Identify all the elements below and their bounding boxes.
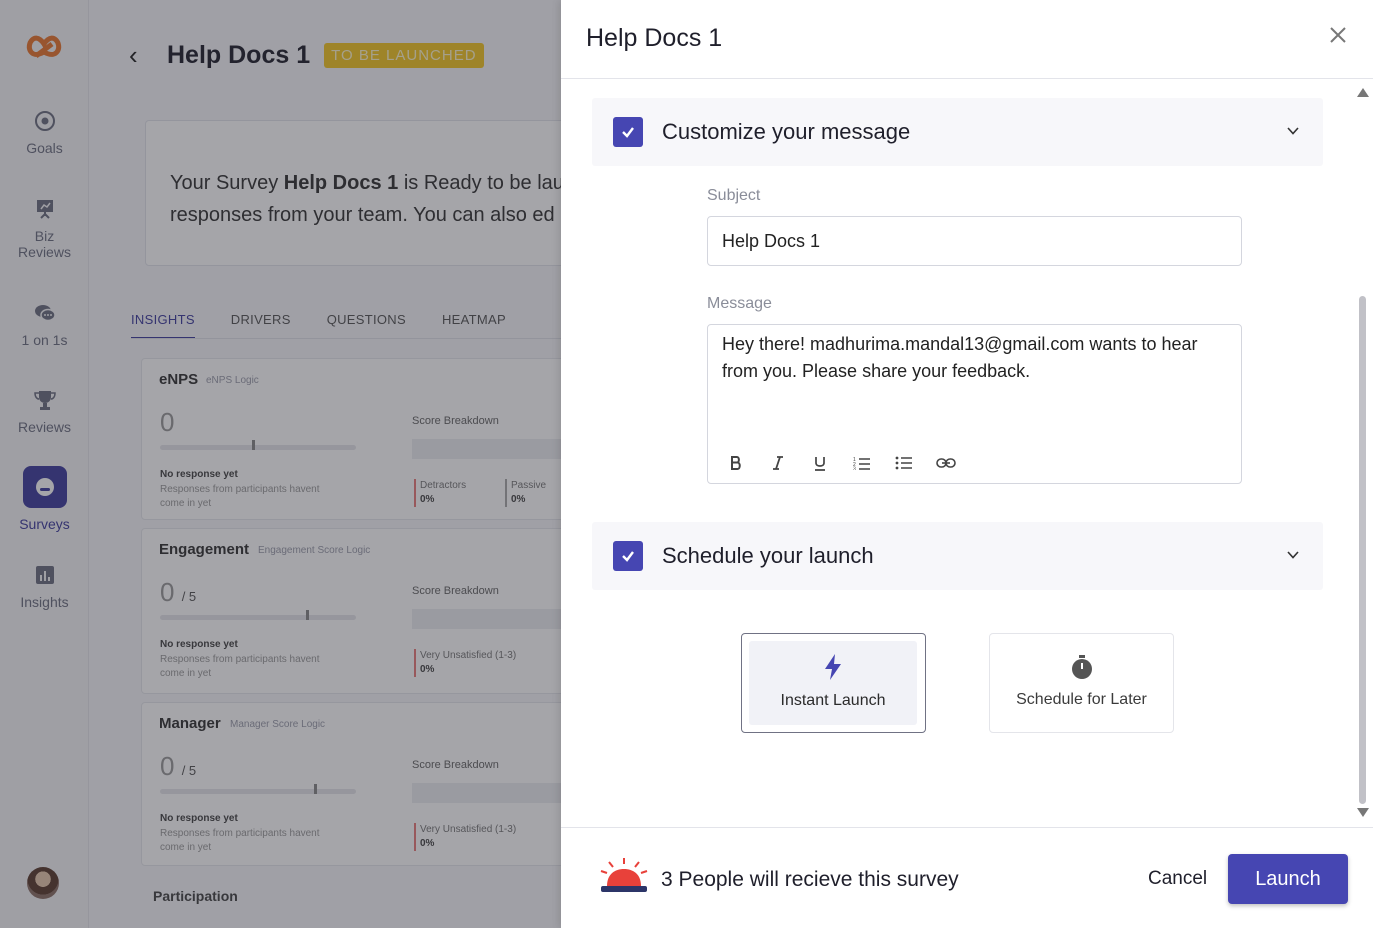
instant-launch-option[interactable]: Instant Launch (741, 633, 926, 733)
stopwatch-icon (1071, 655, 1092, 679)
drawer-title: Help Docs 1 (586, 24, 723, 52)
customize-section-header[interactable]: Customize your message (592, 98, 1323, 166)
scroll-up-arrow-icon[interactable] (1357, 88, 1369, 97)
bold-icon[interactable] (724, 451, 748, 475)
ordered-list-icon[interactable]: 123 (850, 451, 874, 475)
schedule-section-title: Schedule your launch (662, 543, 874, 568)
customize-checkbox[interactable] (613, 117, 643, 147)
lightning-bolt-icon (825, 654, 841, 680)
message-label: Message (707, 295, 772, 312)
launch-button[interactable]: Launch (1228, 854, 1348, 904)
subject-input[interactable] (707, 216, 1242, 266)
instant-launch-label: Instant Launch (780, 692, 886, 709)
svg-text:3: 3 (853, 467, 856, 471)
message-editor[interactable]: Hey there! madhurima.mandal13@gmail.com … (707, 324, 1242, 484)
schedule-section-header[interactable]: Schedule your launch (592, 522, 1323, 590)
drawer-footer: 3 People will recieve this survey Cancel… (561, 827, 1373, 928)
underline-icon[interactable] (808, 451, 832, 475)
drawer-header: Help Docs 1 (561, 0, 1373, 79)
scroll-thumb[interactable] (1359, 296, 1366, 804)
bullet-list-icon[interactable] (892, 451, 916, 475)
launch-survey-drawer: Help Docs 1 Customize your message Subje… (561, 0, 1373, 928)
chevron-down-icon[interactable] (1286, 124, 1300, 138)
checkmark-icon (622, 551, 634, 562)
schedule-later-option[interactable]: Schedule for Later (989, 633, 1174, 733)
schedule-later-label: Schedule for Later (1016, 691, 1147, 708)
instant-launch-card: Instant Launch (749, 641, 917, 725)
scrollbar[interactable] (1355, 88, 1369, 820)
checkmark-icon (622, 127, 634, 138)
scroll-down-arrow-icon[interactable] (1357, 808, 1369, 817)
chevron-down-icon[interactable] (1286, 548, 1300, 562)
siren-icon (600, 858, 648, 892)
recipients-count-text: 3 People will recieve this survey (661, 868, 959, 891)
link-icon[interactable] (934, 451, 958, 475)
schedule-checkbox[interactable] (613, 541, 643, 571)
modal-overlay[interactable] (0, 0, 561, 928)
close-icon[interactable] (1327, 24, 1349, 46)
italic-icon[interactable] (766, 451, 790, 475)
cancel-button[interactable]: Cancel (1148, 868, 1207, 890)
customize-section-title: Customize your message (662, 119, 911, 144)
subject-label: Subject (707, 187, 761, 204)
message-textarea[interactable]: Hey there! madhurima.mandal13@gmail.com … (722, 331, 1227, 385)
formatting-toolbar: 123 (724, 451, 958, 475)
